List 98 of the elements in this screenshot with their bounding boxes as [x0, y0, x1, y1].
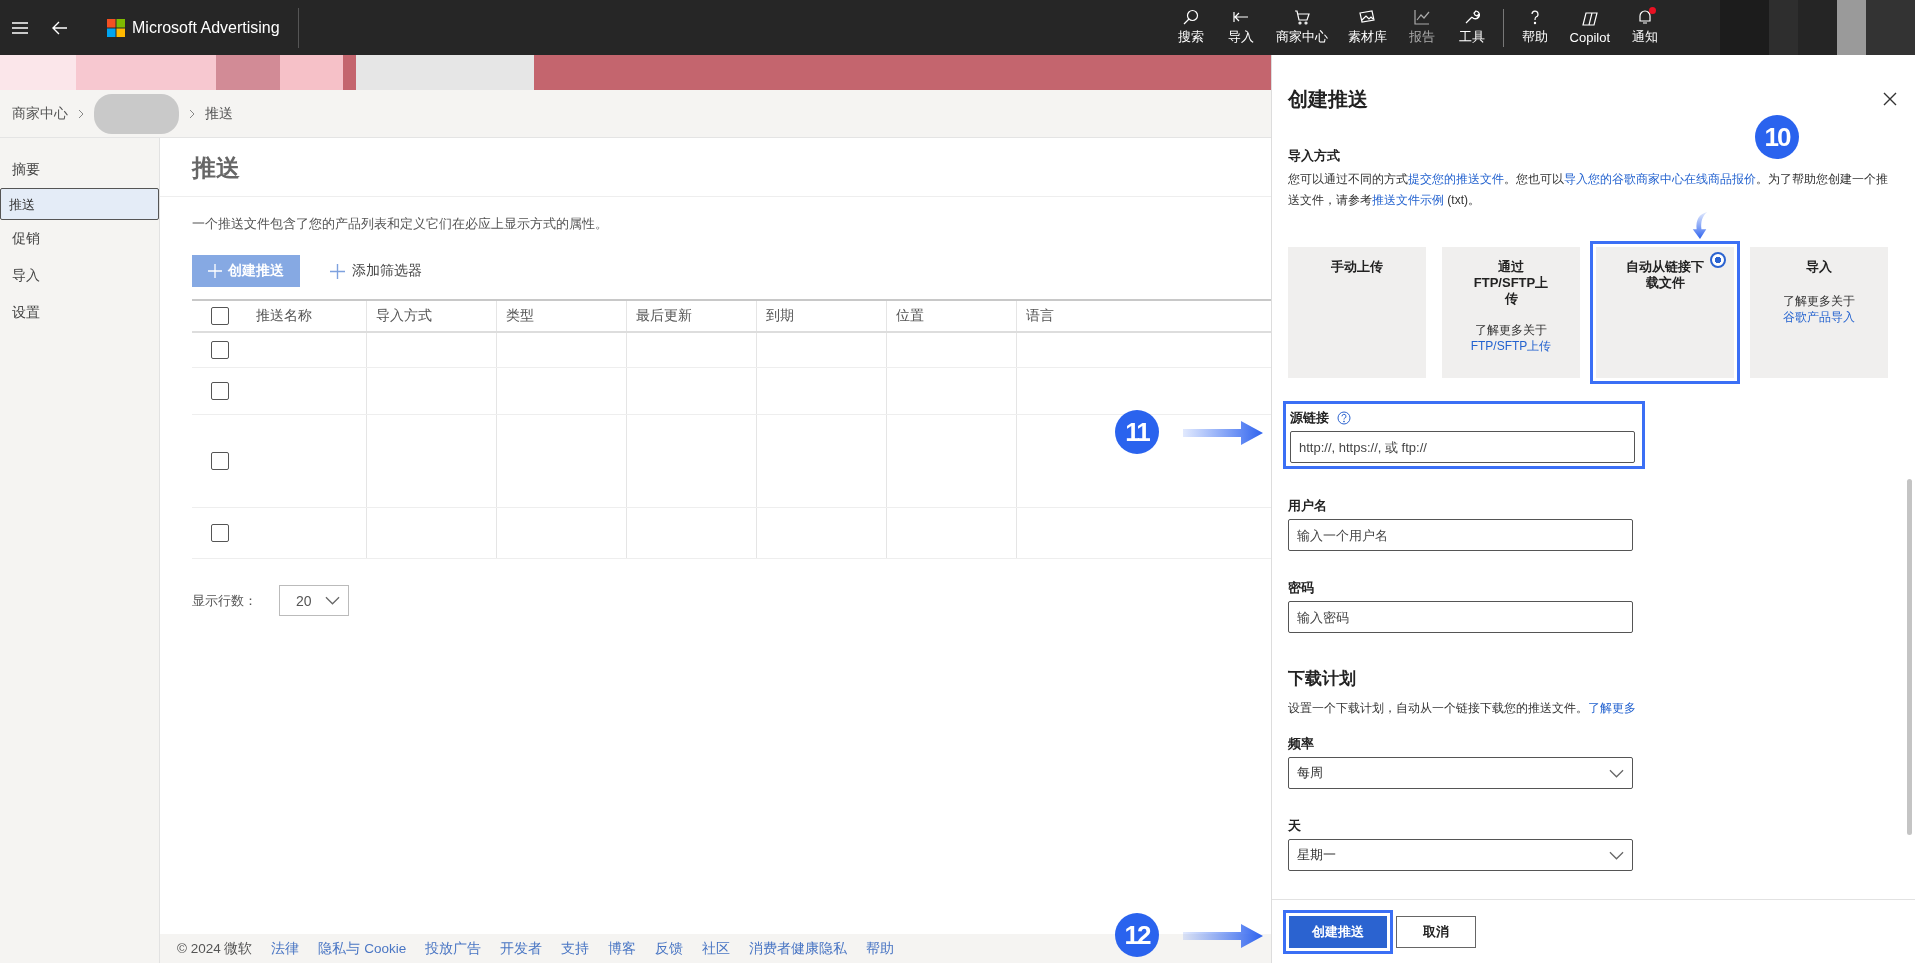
field-label: 天 — [1288, 817, 1301, 835]
sidebar-item[interactable]: 设置 — [0, 294, 159, 331]
footer-link[interactable]: 隐私与 Cookie — [318, 939, 407, 958]
brand-name: Microsoft Advertising — [132, 18, 280, 37]
checkbox[interactable] — [210, 341, 229, 359]
checkbox[interactable] — [210, 382, 229, 400]
text-link[interactable]: 了解更多 — [1588, 701, 1636, 715]
section-label: 导入方式 — [1288, 147, 1341, 165]
nav-button[interactable]: 通知 — [1620, 5, 1670, 50]
footer-link[interactable]: 支持 — [561, 939, 590, 958]
field-label: 源链接 — [1290, 409, 1329, 427]
menu-icon[interactable] — [12, 20, 28, 35]
cancel-button[interactable]: 取消 — [1396, 915, 1476, 948]
input-field[interactable]: 输入密码 — [1288, 601, 1633, 633]
footer-link[interactable]: 社区 — [702, 939, 731, 958]
nav-button[interactable]: 商家中心 — [1265, 5, 1338, 50]
option-title: 自动从链接下载文件 — [1625, 259, 1705, 291]
option-title: 导入 — [1805, 259, 1833, 275]
input-field[interactable]: 输入一个用户名 — [1288, 519, 1633, 551]
curved-arrow — [1690, 212, 1710, 239]
text-link[interactable]: 提交您的推送文件 — [1408, 172, 1504, 186]
schedule-description: 设置一个下载计划，自动从一个链接下载您的推送文件。了解更多 — [1288, 700, 1637, 717]
dropdown-select[interactable]: 每周 — [1288, 757, 1633, 789]
help-icon[interactable] — [1337, 411, 1351, 425]
column-header[interactable]: 到期 — [756, 301, 886, 331]
footer-link[interactable]: 反馈 — [655, 939, 684, 958]
chevron-down-icon — [1609, 850, 1624, 860]
plus-icon — [208, 264, 222, 278]
sidebar-item[interactable]: 摘要 — [0, 151, 159, 188]
cart-icon — [1293, 9, 1310, 25]
copyright-text: © 2024 微软 — [177, 939, 253, 958]
section-heading: 下载计划 — [1288, 668, 1357, 690]
nav-button[interactable]: 工具 — [1446, 5, 1497, 50]
close-icon[interactable] — [1883, 92, 1897, 106]
rows-per-page-label: 显示行数： — [192, 591, 257, 610]
column-header[interactable]: 最后更新 — [626, 301, 756, 331]
column-header[interactable]: 类型 — [496, 301, 626, 331]
footer-link[interactable]: 帮助 — [866, 939, 895, 958]
option-title: 通过FTP/SFTP上传 — [1472, 259, 1550, 307]
add-filter-button[interactable]: 添加筛选器 — [324, 261, 428, 281]
line-chart-icon — [1413, 9, 1430, 25]
option-note: 了解更多关于 — [1475, 322, 1547, 338]
nav-button[interactable]: 搜索 — [1165, 5, 1216, 50]
bell-icon — [1637, 9, 1653, 25]
sidebar-item[interactable]: 导入 — [0, 257, 159, 294]
scrollbar[interactable] — [1907, 479, 1912, 835]
checkbox[interactable] — [210, 524, 229, 542]
footer-link[interactable]: 开发者 — [500, 939, 543, 958]
dropdown-select[interactable]: 星期一 — [1288, 839, 1633, 871]
column-header[interactable]: 位置 — [886, 301, 1016, 331]
checkbox[interactable] — [210, 452, 229, 470]
checkbox[interactable] — [210, 307, 229, 325]
input-field[interactable]: http://, https://, 或 ftp:// — [1290, 431, 1635, 463]
description-text: 您可以通过不同的方式提交您的推送文件。您也可以导入您的谷歌商家中心在线商品报价。为了帮助您创建一个推送文件，请参考推送文件示例 (txt)。 — [1288, 171, 1888, 209]
breadcrumb-link[interactable]: 商家中心 — [12, 104, 68, 123]
page-description: 一个推送文件包含了您的产品列表和定义它们在必应上显示方式的属性。 — [192, 215, 609, 233]
chevron-down-icon — [325, 596, 340, 605]
footer-link[interactable]: 博客 — [608, 939, 637, 958]
breadcrumb-current: 推送 — [205, 104, 233, 123]
column-header[interactable]: 推送名称 — [247, 301, 366, 331]
left-arrow-icon — [1232, 9, 1249, 25]
rows-per-page-select[interactable]: 20 — [279, 585, 349, 616]
nav-button[interactable]: 帮助 — [1509, 5, 1560, 50]
field-label: 用户名 — [1288, 497, 1327, 515]
nav-button[interactable]: 导入 — [1215, 5, 1266, 50]
plus-icon — [330, 263, 345, 279]
create-button[interactable]: 创建推送 — [1289, 915, 1387, 948]
text-link[interactable]: 推送文件示例 — [1372, 193, 1444, 207]
option-note: 了解更多关于 谷歌产品导入 — [1782, 293, 1856, 325]
nav-button[interactable]: Copilot — [1559, 6, 1620, 49]
chevron-down-icon — [1609, 768, 1624, 778]
field-label: 频率 — [1288, 735, 1314, 753]
panel-title: 创建推送 — [1288, 86, 1368, 112]
field-label: 密码 — [1288, 579, 1314, 597]
column-header[interactable]: 语言 — [1016, 301, 1146, 331]
image-icon — [1359, 9, 1376, 25]
footer-link[interactable]: 法律 — [271, 939, 300, 958]
wrench-icon — [1463, 9, 1480, 25]
option-title: 手动上传 — [1330, 259, 1384, 275]
chevron-right-icon — [189, 108, 195, 119]
four-squares-logo-icon — [107, 18, 125, 37]
radio-button[interactable] — [1710, 252, 1726, 268]
sidebar-item[interactable]: 推送 — [0, 188, 159, 220]
text-link[interactable]: 谷歌产品导入 — [1783, 310, 1855, 324]
alert-dot — [1649, 7, 1656, 14]
page-title: 推送 — [192, 153, 240, 183]
footer-link[interactable]: 消费者健康隐私 — [749, 939, 848, 958]
nav-button[interactable]: 素材库 — [1337, 5, 1397, 50]
search-icon — [1182, 9, 1199, 25]
text-link[interactable]: FTP/SFTP上传 — [1470, 338, 1552, 354]
option-card[interactable]: 自动从链接下载文件 — [1590, 241, 1740, 384]
text-link[interactable]: 导入您的谷歌商家中心在线商品报价 — [1564, 172, 1756, 186]
footer-link[interactable]: 投放广告 — [425, 939, 482, 958]
sidebar-item[interactable]: 促销 — [0, 220, 159, 257]
copilot-icon — [1581, 10, 1598, 27]
chevron-right-icon — [78, 108, 84, 119]
back-arrow-icon[interactable] — [51, 20, 67, 35]
column-header[interactable]: 导入方式 — [366, 301, 496, 331]
